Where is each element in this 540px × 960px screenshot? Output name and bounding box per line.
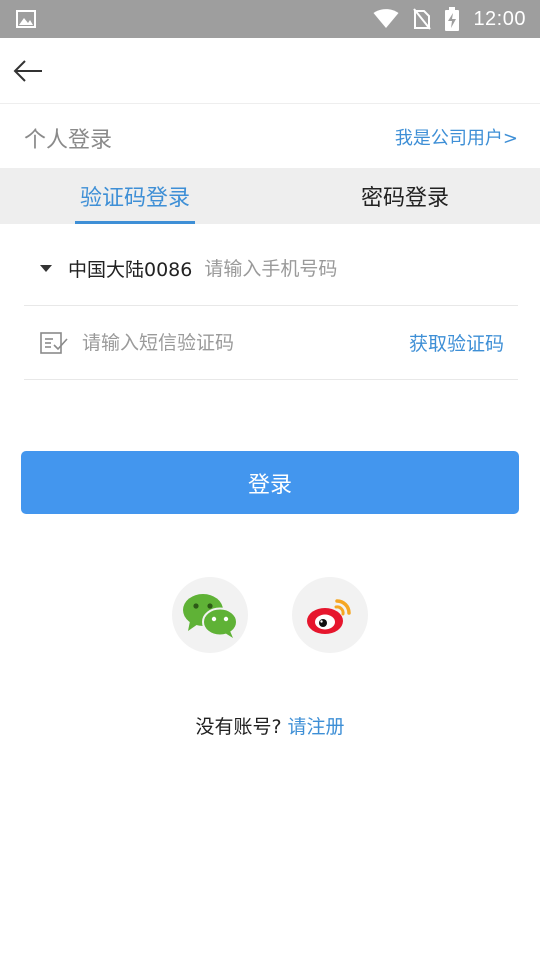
nav-bar — [0, 38, 540, 104]
battery-charging-icon — [445, 7, 460, 31]
tab-sms-label: 验证码登录 — [79, 186, 190, 211]
company-user-link[interactable]: 我是公司用户> — [395, 124, 518, 150]
status-bar: 12:00 — [0, 0, 540, 38]
status-time: 12:00 — [473, 7, 526, 30]
tab-sms-login[interactable]: 验证码登录 — [60, 168, 210, 224]
tab-password-label: 密码登录 — [360, 186, 449, 211]
country-code-label: 中国大陆0086 — [68, 259, 193, 281]
login-button[interactable]: 登录 — [21, 451, 519, 514]
back-button[interactable] — [10, 54, 46, 88]
login-tabs: 验证码登录 密码登录 — [0, 168, 540, 224]
no-sim-icon — [413, 8, 432, 30]
phone-row: 中国大陆0086 — [24, 232, 518, 306]
login-type-row: 个人登录 我是公司用户> — [0, 104, 540, 168]
arrow-left-icon — [13, 60, 42, 82]
sms-code-row: 获取验证码 — [24, 306, 518, 380]
register-link[interactable]: 请注册 — [288, 716, 345, 738]
dropdown-arrow-icon — [40, 265, 52, 272]
no-account-text: 没有账号? — [195, 716, 282, 738]
tab-password-login[interactable]: 密码登录 — [330, 168, 480, 224]
get-code-button[interactable]: 获取验证码 — [409, 329, 504, 356]
wechat-login-button[interactable] — [172, 577, 248, 653]
active-tab-indicator — [75, 221, 195, 224]
weibo-login-button[interactable] — [292, 577, 368, 653]
image-icon — [16, 10, 36, 28]
register-row: 没有账号? 请注册 — [0, 712, 540, 739]
wifi-icon — [373, 9, 399, 28]
country-code-selector[interactable]: 中国大陆0086 — [24, 255, 192, 282]
weibo-icon — [307, 599, 351, 634]
wechat-icon — [183, 594, 238, 638]
personal-login-title: 个人登录 — [24, 128, 113, 153]
sms-code-input[interactable] — [82, 331, 382, 354]
phone-input[interactable] — [204, 257, 465, 280]
edit-check-icon — [40, 331, 68, 354]
